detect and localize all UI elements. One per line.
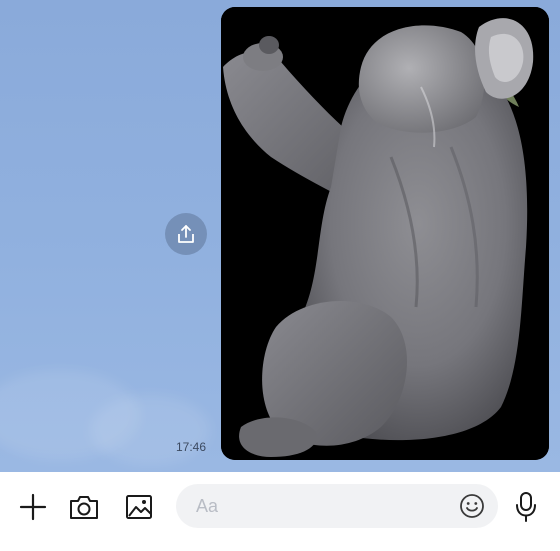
microphone-icon xyxy=(516,492,536,522)
koala-image xyxy=(221,7,549,460)
camera-button[interactable] xyxy=(66,489,102,525)
image-icon xyxy=(126,495,152,519)
share-icon xyxy=(178,225,194,243)
message-timestamp: 17:46 xyxy=(176,440,207,454)
message-input[interactable] xyxy=(196,484,446,528)
plus-icon xyxy=(19,493,47,521)
camera-icon xyxy=(70,496,98,519)
gallery-button[interactable] xyxy=(121,489,157,525)
emoji-button[interactable] xyxy=(459,493,485,519)
voice-button[interactable] xyxy=(510,489,542,525)
smiley-icon xyxy=(460,494,484,518)
background-cloud xyxy=(90,395,210,465)
chat-area: 17:46 xyxy=(0,0,560,472)
message-input-container xyxy=(176,484,498,528)
add-button[interactable] xyxy=(16,490,50,524)
share-button[interactable] xyxy=(165,213,207,255)
message-composer xyxy=(0,472,560,551)
photo-message[interactable] xyxy=(221,7,549,460)
